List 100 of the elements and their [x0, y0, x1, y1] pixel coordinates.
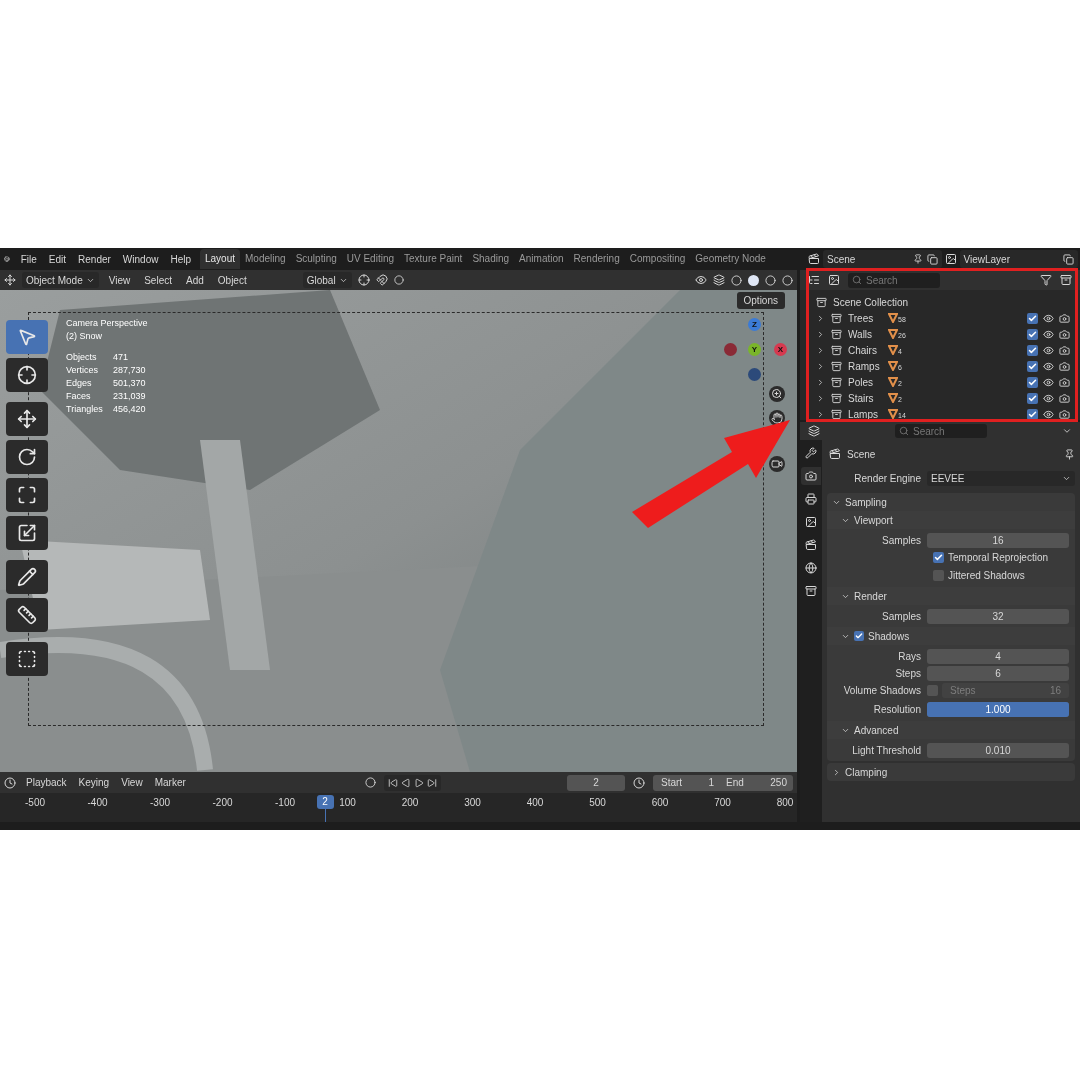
- eye-icon[interactable]: [1043, 408, 1054, 420]
- play-icon[interactable]: [414, 777, 424, 788]
- panel-header[interactable]: Clamping: [827, 763, 1075, 781]
- menu-item[interactable]: Playback: [24, 775, 69, 790]
- proportional-icon[interactable]: [393, 275, 404, 285]
- panel-header[interactable]: Sampling: [827, 493, 1075, 511]
- collection-name[interactable]: Chairs: [848, 342, 888, 358]
- menu-item[interactable]: Object: [213, 272, 251, 288]
- copy-icon[interactable]: [926, 253, 938, 265]
- camera-icon[interactable]: [1059, 360, 1070, 372]
- collection-name[interactable]: Lamps: [848, 406, 888, 422]
- record-icon[interactable]: [365, 777, 376, 788]
- jump-start-icon[interactable]: [388, 777, 398, 788]
- material-shading-icon[interactable]: [765, 274, 776, 286]
- tool-button[interactable]: [6, 402, 48, 436]
- checkbox[interactable]: [1027, 312, 1038, 324]
- eye-icon[interactable]: [1043, 392, 1054, 404]
- transform-gizmo-icon[interactable]: [4, 274, 16, 286]
- menu-item[interactable]: Render: [73, 251, 116, 267]
- workspace-tab[interactable]: Compositing: [624, 249, 691, 269]
- solid-shading-icon[interactable]: [748, 274, 759, 286]
- checkbox[interactable]: [1027, 344, 1038, 356]
- collection-name[interactable]: Poles: [848, 374, 888, 390]
- collection-name[interactable]: Trees: [848, 310, 888, 326]
- checkbox[interactable]: [933, 570, 944, 581]
- menu-item[interactable]: File: [15, 251, 42, 267]
- camera-icon[interactable]: [1059, 392, 1070, 404]
- checkbox[interactable]: [1027, 360, 1038, 372]
- checkbox[interactable]: [1027, 376, 1038, 388]
- search-field[interactable]: Search: [848, 272, 940, 288]
- wireframe-shading-icon[interactable]: [731, 274, 742, 286]
- menu-item[interactable]: Marker: [152, 775, 188, 790]
- view-layer-icon[interactable]: [944, 253, 957, 265]
- options-button[interactable]: Options: [736, 292, 785, 309]
- number-field[interactable]: 0.010: [927, 742, 1069, 758]
- workspace-tab[interactable]: Rendering: [568, 249, 625, 269]
- scene-field[interactable]: Scene: [823, 250, 942, 268]
- mode-dropdown[interactable]: Object Mode: [22, 272, 99, 288]
- workspace-tab[interactable]: Geometry Node: [690, 249, 771, 269]
- stopwatch-icon[interactable]: [633, 776, 645, 789]
- copy-icon[interactable]: [1063, 253, 1074, 265]
- tool-button[interactable]: [6, 598, 48, 632]
- menu-item[interactable]: Help: [165, 251, 196, 267]
- workspace-tab[interactable]: Animation: [514, 249, 569, 269]
- jump-end-icon[interactable]: [427, 777, 437, 788]
- eye-icon[interactable]: [1043, 376, 1054, 388]
- slider-field[interactable]: 1.000: [927, 701, 1069, 717]
- render-engine-dropdown[interactable]: EEVEE: [927, 470, 1075, 486]
- tool-button[interactable]: [6, 478, 48, 512]
- workspace-tab[interactable]: Shading: [467, 249, 515, 269]
- camera-icon[interactable]: [1059, 344, 1070, 356]
- view-layer-field[interactable]: ViewLayer: [959, 250, 1078, 268]
- collection-name[interactable]: Stairs: [848, 390, 888, 406]
- current-frame-field[interactable]: 2: [567, 774, 625, 791]
- tool-button[interactable]: [6, 642, 48, 676]
- pin-icon[interactable]: [912, 254, 923, 264]
- camera-icon[interactable]: [1059, 408, 1070, 420]
- filter-icon[interactable]: [1040, 274, 1052, 286]
- workspace-tab[interactable]: Texture Paint: [399, 249, 468, 269]
- checkbox[interactable]: [927, 685, 938, 696]
- menu-item[interactable]: Window: [117, 251, 164, 267]
- checkbox[interactable]: [854, 631, 864, 641]
- menu-item[interactable]: Select: [140, 272, 176, 288]
- camera-icon[interactable]: [1059, 376, 1070, 388]
- properties-tab[interactable]: [801, 467, 821, 485]
- overlay-icon[interactable]: [713, 274, 725, 286]
- menu-item[interactable]: View: [104, 272, 135, 288]
- menu-item[interactable]: Add: [182, 272, 208, 288]
- collection-name[interactable]: Walls: [848, 326, 888, 342]
- eye-icon[interactable]: [1043, 312, 1054, 324]
- editor-type-icon[interactable]: [4, 776, 16, 789]
- number-field[interactable]: 16: [927, 532, 1069, 548]
- search-field[interactable]: Search: [895, 424, 987, 438]
- rendered-shading-icon[interactable]: [782, 274, 793, 286]
- camera-icon[interactable]: [1059, 328, 1070, 340]
- pivot-icon[interactable]: [357, 274, 370, 286]
- checkbox[interactable]: [933, 552, 944, 563]
- new-collection-icon[interactable]: [1060, 274, 1072, 286]
- tool-button[interactable]: [6, 560, 48, 594]
- root-collection[interactable]: Scene Collection: [833, 294, 909, 310]
- display-mode-icon[interactable]: [808, 274, 820, 286]
- number-field[interactable]: 6: [927, 665, 1069, 681]
- workspace-tab[interactable]: Modeling: [240, 249, 291, 269]
- tool-button[interactable]: [6, 440, 48, 474]
- editor-type-icon[interactable]: [808, 425, 820, 437]
- number-field[interactable]: 32: [927, 608, 1069, 624]
- camera-icon[interactable]: [1059, 312, 1070, 324]
- pin-icon[interactable]: [1064, 448, 1075, 460]
- checkbox[interactable]: [1027, 392, 1038, 404]
- eye-icon[interactable]: [1043, 344, 1054, 356]
- workspace-tab[interactable]: UV Editing: [341, 249, 399, 269]
- collection-name[interactable]: Ramps: [848, 358, 888, 374]
- snap-icon[interactable]: [375, 274, 388, 286]
- checkbox[interactable]: [1027, 328, 1038, 340]
- tool-button[interactable]: [6, 516, 48, 550]
- eye-icon[interactable]: [1043, 360, 1054, 372]
- scene-icon[interactable]: [808, 253, 820, 265]
- view-layer-icon[interactable]: [828, 274, 840, 286]
- frame-range-field[interactable]: Start 1 End 250: [653, 774, 793, 791]
- eye-icon[interactable]: [1043, 328, 1054, 340]
